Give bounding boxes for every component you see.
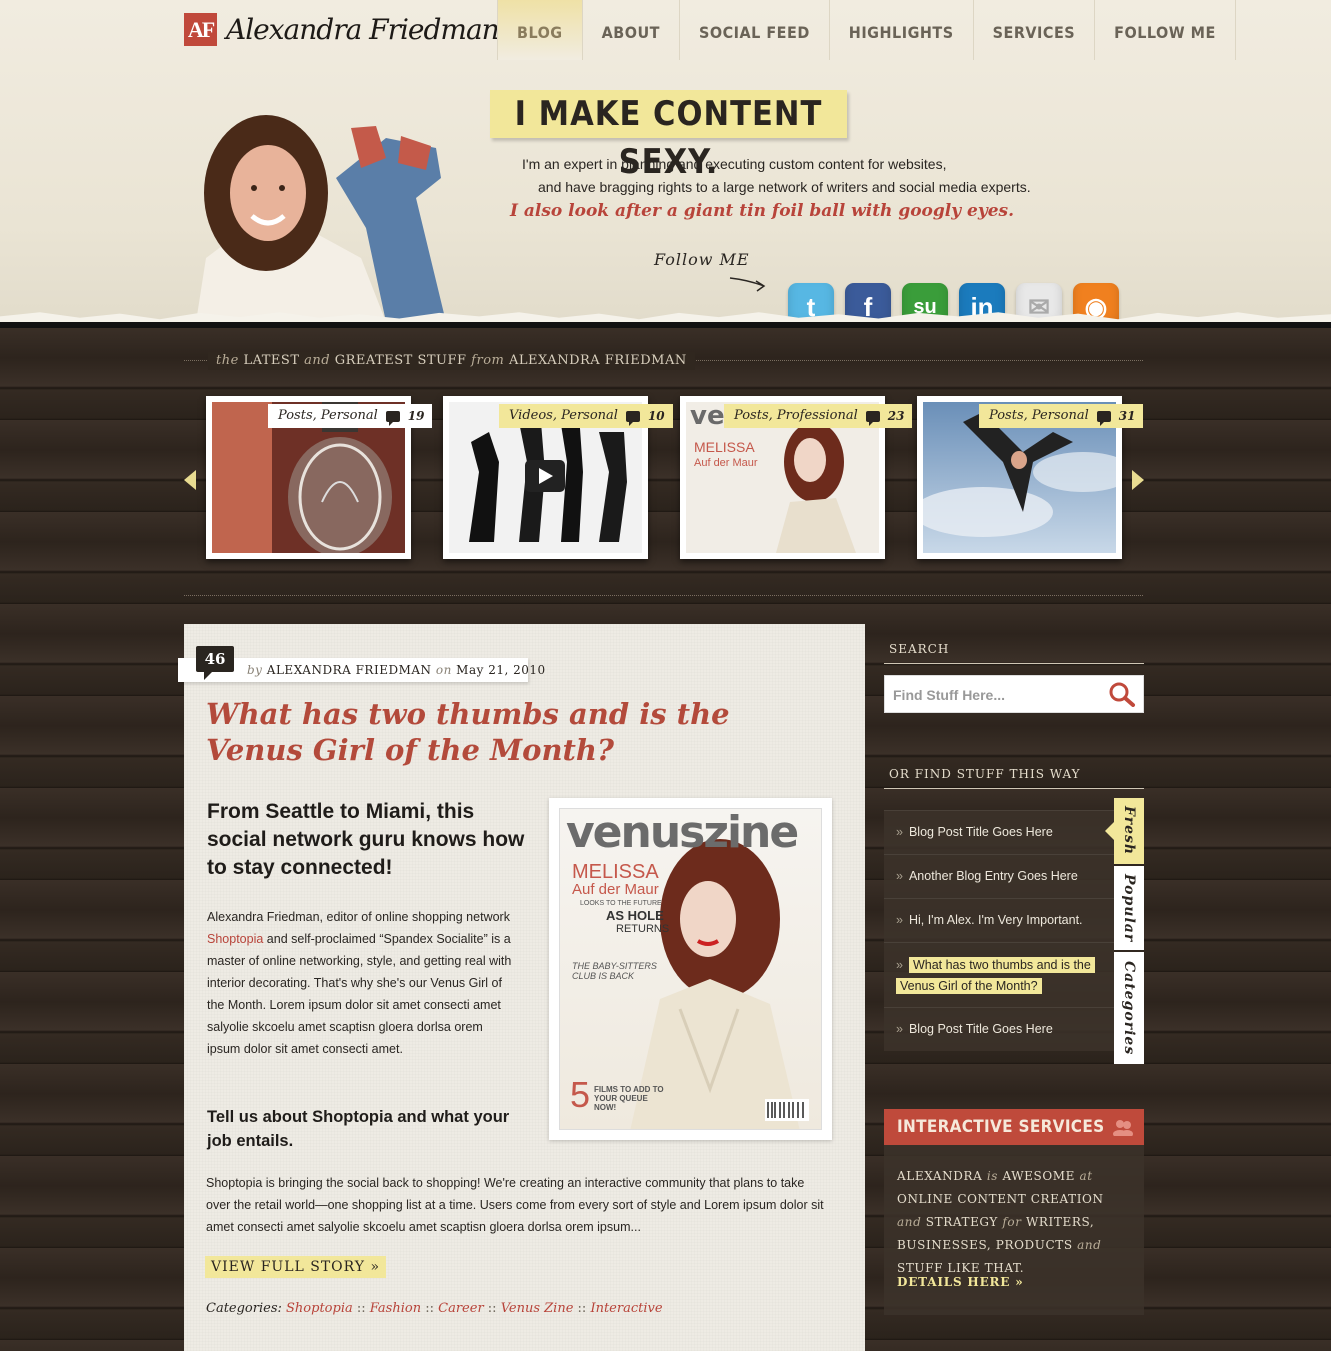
category-link[interactable]: Shoptopia — [286, 1301, 353, 1316]
category-link[interactable]: Career — [438, 1301, 484, 1316]
sidebar-post-link[interactable]: » Blog Post Title Goes Here — [884, 1007, 1114, 1051]
card-tag: Videos, Personal 10 — [499, 404, 673, 428]
people-icon — [1113, 1120, 1133, 1136]
post-subhead: From Seattle to Miami, this social netwo… — [207, 800, 525, 879]
comment-icon — [625, 410, 640, 426]
hero-intro-line-2: and have bragging rights to a large netw… — [538, 179, 1031, 195]
rss-icon[interactable]: ◉ — [1073, 283, 1119, 322]
sidebar-post-link[interactable]: » Blog Post Title Goes Here — [884, 810, 1114, 854]
hero-tagline: I MAKE CONTENT SEXY. — [490, 90, 847, 182]
logo-mark[interactable]: AF — [184, 13, 217, 46]
post-paragraph-1: Alexandra Friedman, editor of online sho… — [207, 910, 512, 1056]
sidebar-post-link[interactable]: » Another Blog Entry Goes Here — [884, 854, 1114, 898]
carousel-prev-arrow-icon[interactable] — [184, 470, 196, 490]
post-paragraph-2: Shoptopia is bringing the social back to… — [206, 1176, 824, 1234]
magazine-coverline: LOOKS TO THE FUTURE — [580, 900, 662, 907]
card-tag: Posts, Personal 31 — [979, 404, 1144, 428]
follow-me-label: Follow ME — [654, 250, 750, 269]
author-portrait — [196, 115, 446, 322]
main-nav: BLOG ABOUT SOCIAL FEED HIGHLIGHTS SERVIC… — [497, 0, 1236, 60]
card-tag: Posts, Professional 23 — [724, 404, 913, 428]
magazine-coverline: Auf der Maur — [572, 881, 659, 898]
services-description: ALEXANDRA is AWESOME at ONLINE CONTENT C… — [897, 1169, 1104, 1275]
magazine-masthead: venuszine — [566, 808, 799, 858]
post-title[interactable]: What has two thumbs and is the Venus Gir… — [206, 696, 826, 768]
magazine-coverline: THE BABY-SITTERS — [572, 961, 657, 971]
tab-fresh[interactable]: Fresh — [1105, 798, 1144, 864]
section-divider — [184, 595, 1143, 596]
nav-services[interactable]: SERVICES — [972, 0, 1095, 60]
nav-social-feed[interactable]: SOCIAL FEED — [678, 0, 829, 60]
magazine-coverline: MELISSA — [572, 861, 659, 883]
shoptopia-link[interactable]: Shoptopia — [207, 932, 263, 946]
nav-about[interactable]: ABOUT — [581, 0, 679, 60]
search-input[interactable] — [893, 684, 1103, 706]
search-heading: SEARCH — [884, 641, 1144, 664]
twitter-icon[interactable]: t — [788, 283, 834, 322]
email-icon[interactable]: ✉ — [1016, 283, 1062, 322]
svg-text:Auf der Maur: Auf der Maur — [694, 457, 758, 469]
comment-count-badge[interactable]: 46 — [196, 646, 234, 680]
card-tag: Posts, Personal 19 — [268, 404, 433, 428]
tab-categories[interactable]: Categories — [1114, 952, 1144, 1064]
magazine-coverline: CLUB IS BACK — [572, 971, 635, 981]
arrow-icon — [729, 277, 766, 292]
find-stuff-heading: OR FIND STUFF THIS WAY — [884, 766, 1144, 789]
magazine-coverline: RETURNS — [616, 923, 670, 935]
comment-icon — [385, 410, 400, 426]
magazine-cover-figure: venuszine MELISSA Auf der Maur LOOKS TO … — [549, 798, 832, 1140]
hero-intro-line-1: I'm an expert in planning and executing … — [522, 156, 947, 172]
carousel-next-arrow-icon[interactable] — [1132, 470, 1144, 490]
linkedin-icon[interactable]: in — [959, 283, 1005, 322]
tab-popular[interactable]: Popular — [1114, 866, 1144, 950]
nav-blog[interactable]: BLOG — [497, 0, 582, 60]
category-link[interactable]: Venus Zine — [501, 1301, 574, 1316]
magazine-cover: venuszine MELISSA Auf der Maur LOOKS TO … — [559, 808, 822, 1130]
hero-intro-line-3: I also look after a giant tin foil ball … — [510, 201, 1015, 221]
magazine-coverline: FILMS TO ADD TO YOUR QUEUE NOW! — [594, 1085, 664, 1112]
magazine-coverline: AS HOLE — [606, 908, 664, 923]
site-logo-name[interactable]: Alexandra Friedman — [226, 12, 500, 48]
view-full-story-button[interactable]: VIEW FULL STORY » — [205, 1256, 387, 1278]
comment-icon — [865, 410, 880, 426]
search-icon[interactable] — [1108, 681, 1136, 707]
facebook-icon[interactable]: f — [845, 283, 891, 322]
post-byline: by ALEXANDRA FRIEDMAN on May 21, 2010 — [247, 663, 546, 677]
svg-text:MELISSA: MELISSA — [694, 439, 755, 455]
magazine-coverline: 5 — [570, 1074, 591, 1115]
stumbleupon-icon[interactable]: su — [902, 283, 948, 322]
nav-highlights[interactable]: HIGHLIGHTS — [828, 0, 973, 60]
social-links: t f su in ✉ ◉ — [788, 283, 1119, 322]
latest-heading: the LATEST and GREATEST STUFF from ALEXA… — [208, 352, 695, 370]
interactive-services-heading: INTERACTIVE SERVICES — [884, 1109, 1144, 1145]
post-categories: Categories: Shoptopia :: Fashion :: Care… — [206, 1301, 663, 1316]
comment-icon — [1096, 410, 1111, 426]
category-link[interactable]: Fashion — [370, 1301, 421, 1316]
nav-follow-me[interactable]: FOLLOW ME — [1094, 0, 1236, 60]
sidebar-post-link[interactable]: » Hi, I'm Alex. I'm Very Important. — [884, 898, 1114, 942]
category-link[interactable]: Interactive — [590, 1301, 662, 1316]
site-header: AF Alexandra Friedman BLOG ABOUT SOCIAL … — [0, 0, 1331, 322]
post-subhead-2: Tell us about Shoptopia and what your jo… — [207, 1108, 510, 1150]
sidebar-post-link-active[interactable]: » What has two thumbs and is the Venus Gi… — [884, 942, 1114, 1007]
search-box — [884, 675, 1144, 713]
services-details-link[interactable]: DETAILS HERE » — [897, 1273, 1024, 1291]
